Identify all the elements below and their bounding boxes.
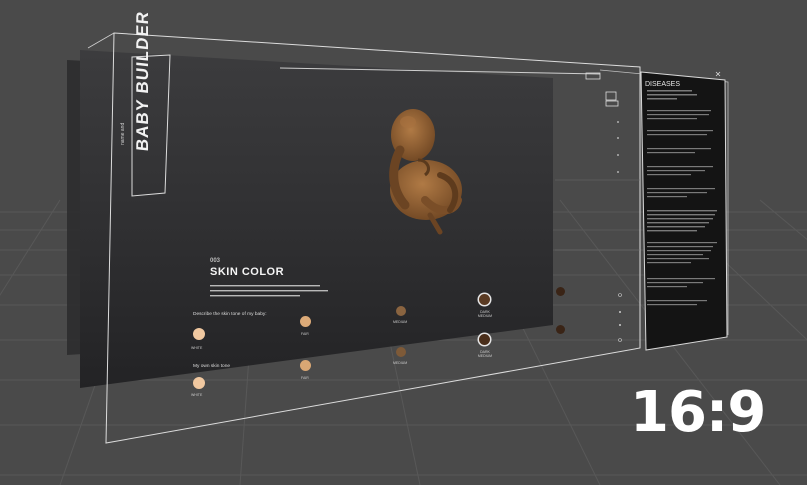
swatch-label: DARK MEDIUM	[477, 350, 493, 358]
viewport-3d: name and BABY BUILDER 003 SKIN COLOR Des…	[0, 0, 807, 485]
swatch-label: FAIR	[301, 332, 309, 336]
question-label: Describe the skin tone of my baby:	[193, 312, 267, 317]
app-subtitle: name and	[120, 122, 126, 145]
swatch-fair[interactable]	[300, 316, 311, 327]
swatch-label: MEDIUM	[393, 320, 408, 324]
section-title: SKIN COLOR	[210, 266, 285, 278]
swatch-medium[interactable]	[396, 347, 406, 357]
close-icon	[715, 71, 721, 77]
swatch-dark-medium[interactable]	[479, 294, 490, 305]
panel-title: DISEASES	[645, 81, 681, 88]
swatch-dark-medium[interactable]	[479, 334, 490, 345]
swatch-dark[interactable]	[556, 287, 565, 296]
swatch-white[interactable]	[193, 328, 205, 340]
swatch-label: DARK MEDIUM	[477, 310, 493, 318]
swatch-label: WHITE	[191, 346, 203, 350]
question-label: My own skin tone	[193, 364, 231, 369]
step-number: 003	[210, 258, 221, 264]
pagination-dots	[617, 121, 622, 342]
aspect-ratio-label: 16:9	[630, 380, 766, 445]
swatch-label: FAIR	[301, 376, 309, 380]
app-title: BABY BUILDER	[133, 9, 152, 152]
swatch-label: MEDIUM	[393, 361, 408, 365]
swatch-label: WHITE	[191, 393, 203, 397]
share-icon	[585, 72, 619, 107]
swatch-white[interactable]	[193, 377, 205, 389]
swatch-fair[interactable]	[300, 360, 311, 371]
swatch-medium[interactable]	[396, 306, 406, 316]
swatch-dark[interactable]	[556, 325, 565, 334]
